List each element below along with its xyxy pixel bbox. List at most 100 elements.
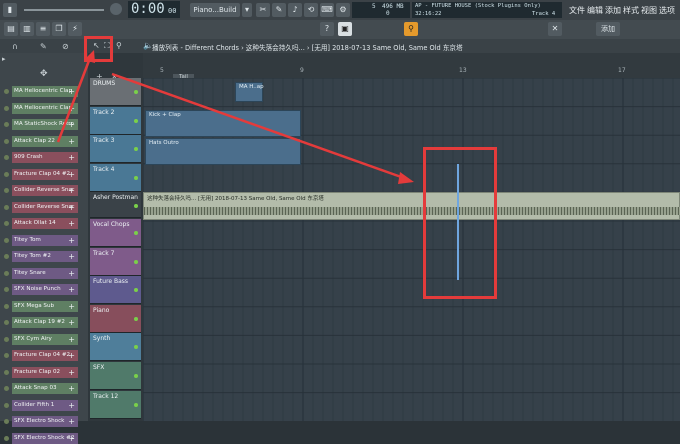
channel-add-icon[interactable]: + <box>68 268 75 279</box>
selected-tool-icon[interactable]: ▣ <box>338 22 352 36</box>
track-header[interactable]: Piano <box>90 304 141 333</box>
clip-hats-outro[interactable]: Hats Outro <box>145 138 301 165</box>
channel-button[interactable]: MA StaticShock Retro + <box>12 119 78 130</box>
channel-led-icon[interactable] <box>4 369 9 375</box>
track-header[interactable]: Track 2 <box>90 106 141 135</box>
channel-add-icon[interactable]: + <box>68 202 75 213</box>
track-mute-icon[interactable] <box>134 147 138 152</box>
channel-button[interactable]: Attack Snap 03 + <box>12 383 78 394</box>
delete-tool-icon[interactable]: ⊘ <box>62 42 69 51</box>
track-mute-icon[interactable] <box>134 204 138 209</box>
channel-led-icon[interactable] <box>4 419 9 424</box>
channel-add-icon[interactable]: + <box>68 367 75 378</box>
channel-add-icon[interactable]: + <box>68 218 75 229</box>
channel-led-icon[interactable] <box>4 303 9 309</box>
view-plugin-icon[interactable]: ⚡ <box>68 22 82 36</box>
channel-add-icon[interactable]: + <box>68 334 75 345</box>
menu-toggle-icon[interactable]: ▮ <box>3 3 17 17</box>
channel-led-icon[interactable] <box>4 353 9 358</box>
track-header[interactable]: Future Bass <box>90 276 141 305</box>
channel-led-icon[interactable] <box>4 336 9 342</box>
channel-add-icon[interactable]: + <box>68 136 75 147</box>
channel-add-icon[interactable]: + <box>68 235 75 246</box>
channel-led-icon[interactable] <box>4 254 9 259</box>
clip-audio-recording[interactable]: 这种失落会持久吗... [无用] 2018-07-13 Same Old, Sa… <box>143 192 680 220</box>
zoom-tool-icon[interactable]: ⚲ <box>116 41 122 50</box>
channel-add-icon[interactable]: + <box>68 86 75 97</box>
track-mute-icon[interactable] <box>134 374 138 378</box>
track-header[interactable]: Synth <box>90 333 141 362</box>
track-header[interactable]: DRUMS <box>90 78 141 106</box>
track-header[interactable]: Track 7 <box>90 247 141 276</box>
track-header[interactable]: Track 12 <box>90 390 141 419</box>
channel-add-icon[interactable]: + <box>68 301 75 312</box>
track-header[interactable]: Track 3 <box>90 135 141 164</box>
record-icon[interactable]: ✂ <box>256 3 270 17</box>
track-mute-icon[interactable] <box>134 231 138 235</box>
channel-button[interactable]: SFX Electro Shock #2 + <box>12 432 78 444</box>
tempo-knob-icon[interactable] <box>110 3 122 15</box>
close-icon[interactable]: ✕ <box>548 22 562 36</box>
typing-keyboard-icon[interactable]: ⌨ <box>320 3 334 17</box>
channel-led-icon[interactable] <box>4 320 9 325</box>
channel-add-icon[interactable]: + <box>68 433 75 444</box>
channel-button[interactable]: SFX Noise Punch + <box>12 284 78 295</box>
channel-button[interactable]: Attack Clap 19 #2 + <box>12 317 78 328</box>
channel-led-icon[interactable] <box>4 155 9 160</box>
channel-add-icon[interactable]: + <box>68 152 75 163</box>
view-piano-roll-icon[interactable]: ▥ <box>20 22 34 36</box>
channel-add-icon[interactable]: + <box>68 284 75 295</box>
channel-led-icon[interactable] <box>4 89 9 94</box>
channel-button[interactable]: SFX Electro Shock + <box>12 416 78 427</box>
channel-button[interactable]: MA Heliocentric Clap + <box>12 86 78 97</box>
channel-button[interactable]: Fracture Clap 04 #2 + <box>12 168 78 180</box>
channel-button[interactable]: Attack Clap 22 + <box>12 135 78 147</box>
track-mute-icon[interactable] <box>134 288 138 293</box>
channel-add-icon[interactable]: + <box>68 251 75 262</box>
channel-led-icon[interactable] <box>4 287 9 292</box>
channel-button[interactable]: 909 Crash + <box>12 152 78 163</box>
channel-led-icon[interactable] <box>4 188 9 193</box>
loop-record-icon[interactable]: ⟲ <box>304 3 318 17</box>
menu-patterns[interactable]: 样式 <box>623 5 639 16</box>
channel-led-icon[interactable] <box>4 270 9 276</box>
snap-tool-icon[interactable]: ∩ <box>12 42 18 51</box>
view-mixer-icon[interactable]: ≡ <box>36 22 50 36</box>
channel-led-icon[interactable] <box>4 435 9 441</box>
pattern-selector[interactable]: Piano...Build <box>190 3 240 17</box>
clip-kick-clap[interactable]: Kick + Clap <box>145 110 301 137</box>
channel-button[interactable]: Collider Reverse Snar + <box>12 201 78 213</box>
track-header[interactable]: SFX <box>90 362 141 390</box>
channel-led-icon[interactable] <box>4 237 9 243</box>
clip-ma-heliocentric[interactable]: MA H..ap <box>235 82 264 102</box>
channel-button[interactable]: Fracture Clap 02 + <box>12 366 78 378</box>
channel-led-icon[interactable] <box>4 105 9 111</box>
draw-tool-icon[interactable]: ✎ <box>40 42 47 51</box>
menu-view[interactable]: 视图 <box>641 5 657 16</box>
menu-edit[interactable]: 编辑 <box>587 5 603 16</box>
rack-menu-icon[interactable]: ▸ <box>2 55 6 63</box>
channel-button[interactable]: Collider Fifth 1 + <box>12 399 78 411</box>
pattern-dropdown-icon[interactable]: ▾ <box>242 3 252 17</box>
channel-add-icon[interactable]: + <box>68 350 75 361</box>
menu-file[interactable]: 文件 <box>569 5 585 16</box>
channel-button[interactable]: Titey Snare + <box>12 267 78 279</box>
channel-add-icon[interactable]: + <box>68 119 75 130</box>
channel-button[interactable]: Collider Reverse Snar + <box>12 185 78 196</box>
channel-led-icon[interactable] <box>4 386 9 391</box>
track-mute-icon[interactable] <box>134 90 138 94</box>
menu-options[interactable]: 选项 <box>659 5 675 16</box>
settings-icon[interactable]: ⚙ <box>336 3 350 17</box>
channel-button[interactable]: Titey Tom #2 + <box>12 251 78 262</box>
channel-add-icon[interactable]: + <box>68 103 75 114</box>
track-header[interactable]: Track 4 <box>90 163 141 192</box>
snap-icon[interactable]: ✎ <box>272 3 286 17</box>
master-volume-slider[interactable] <box>24 9 104 11</box>
channel-button[interactable]: Titey Tom + <box>12 234 78 246</box>
track-mute-icon[interactable] <box>134 316 138 321</box>
channel-add-icon[interactable]: + <box>68 383 75 394</box>
channel-add-icon[interactable]: + <box>68 400 75 411</box>
track-mute-icon[interactable] <box>134 402 138 407</box>
channel-add-icon[interactable]: + <box>68 169 75 180</box>
channel-add-icon[interactable]: + <box>68 317 75 328</box>
